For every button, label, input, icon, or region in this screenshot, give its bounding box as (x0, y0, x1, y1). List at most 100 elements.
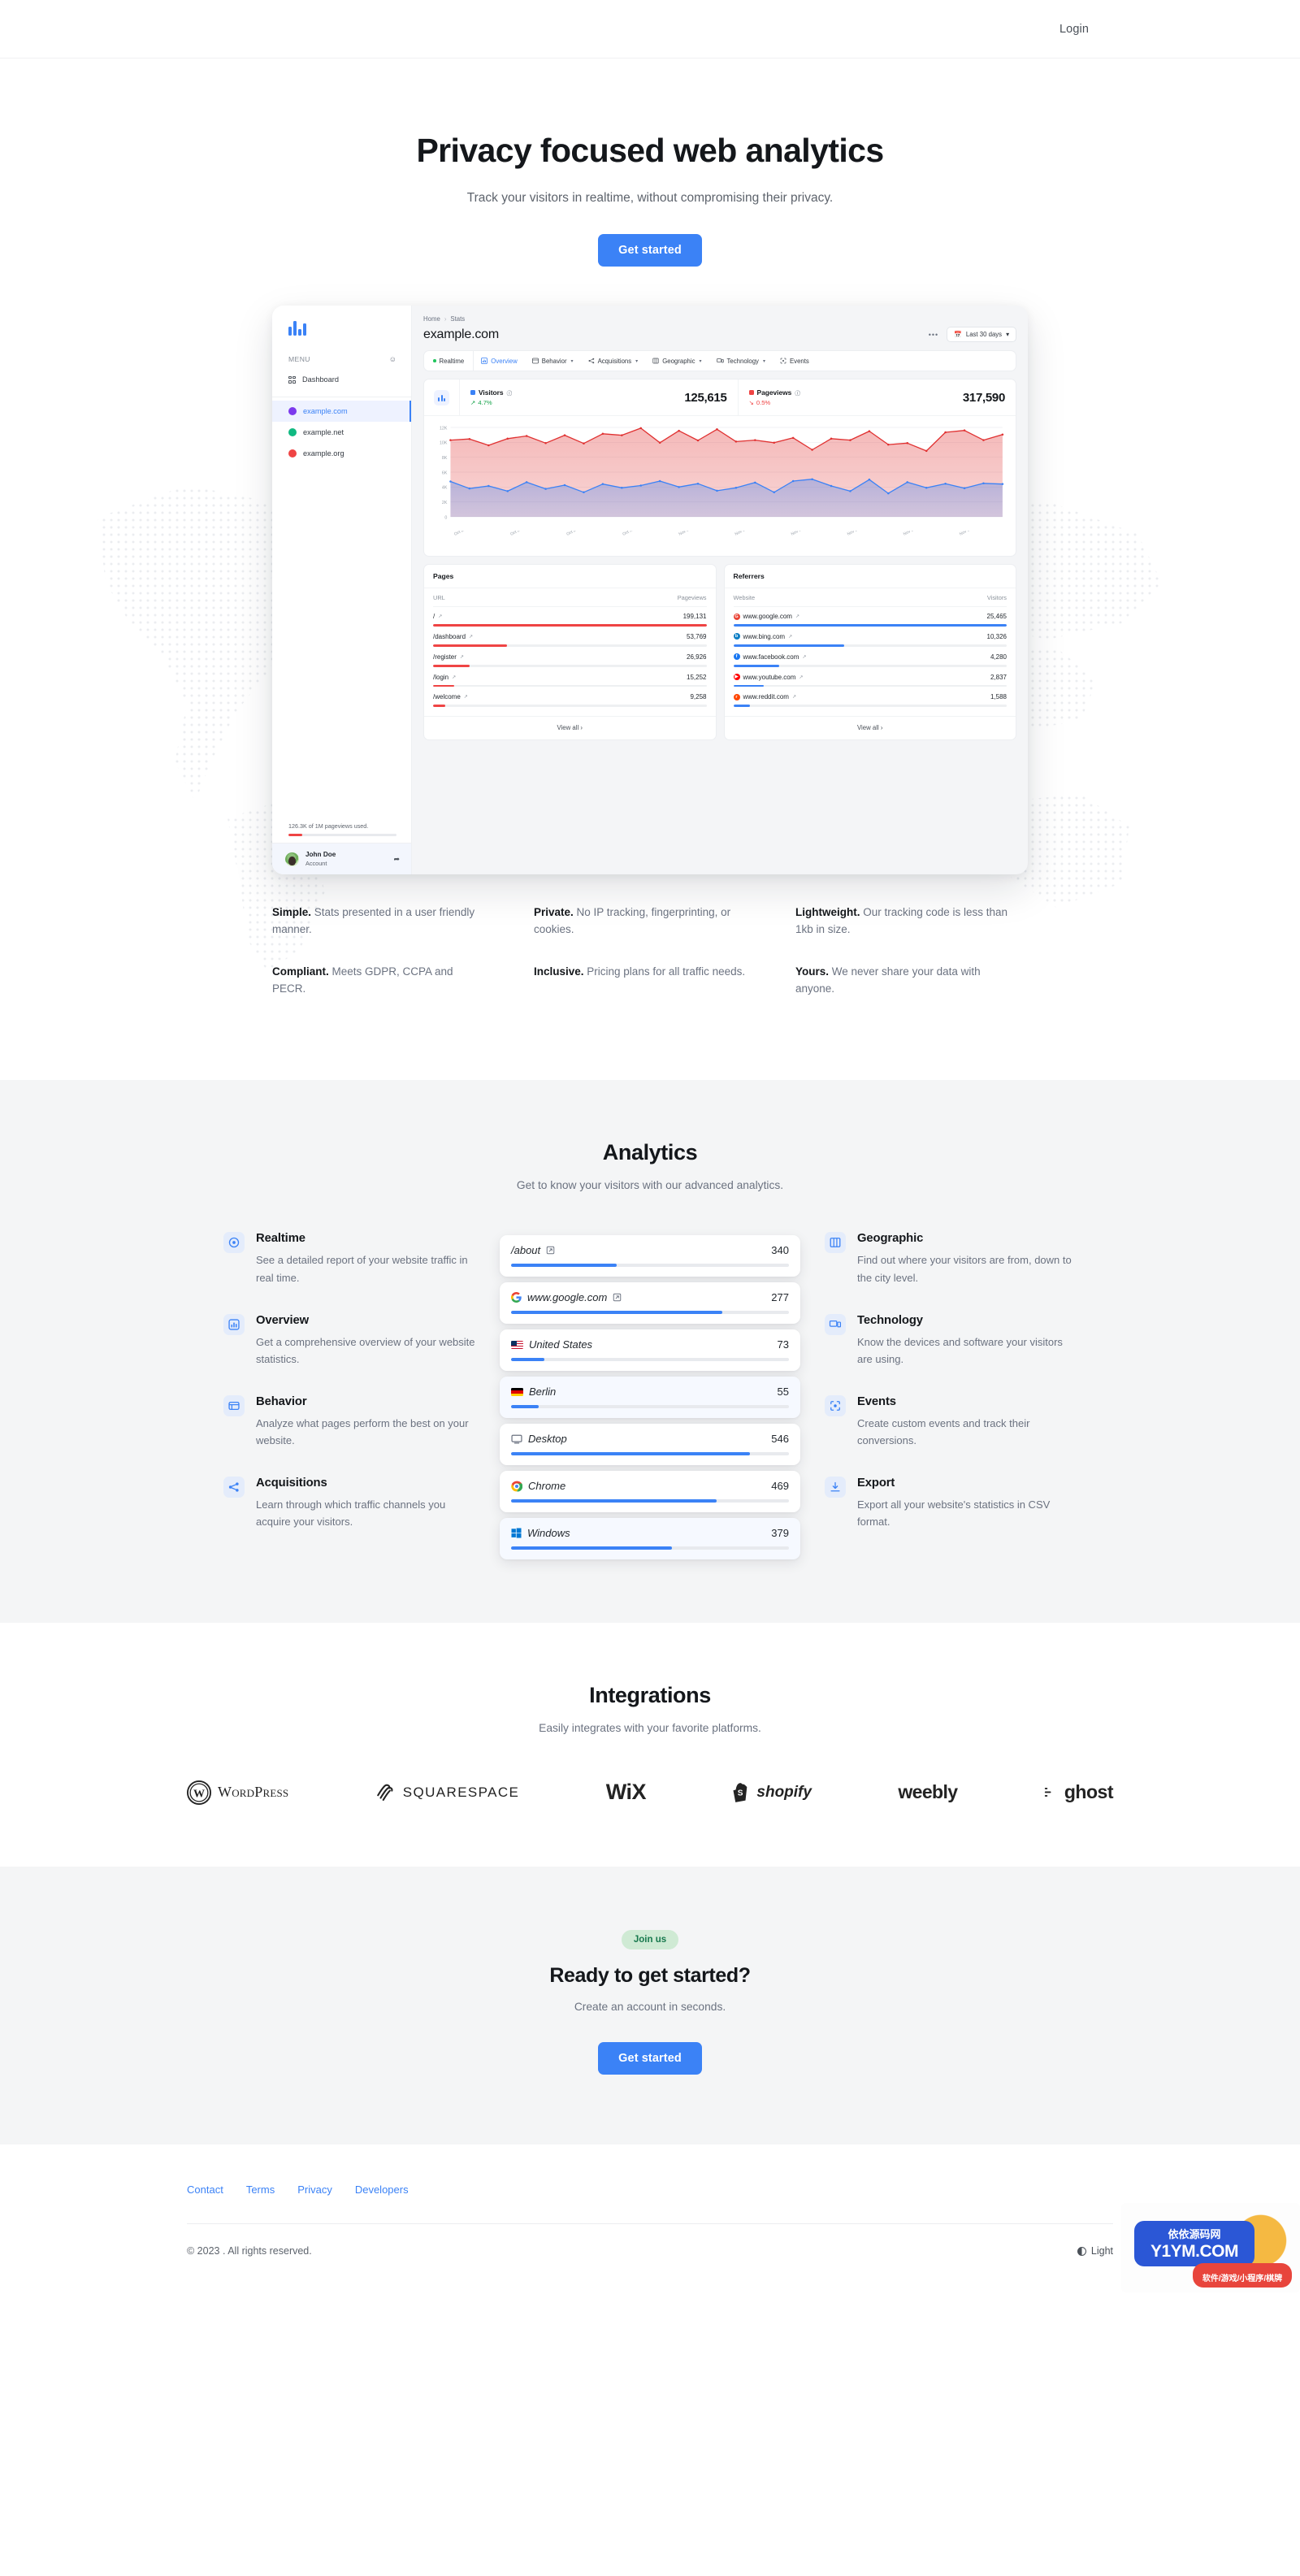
tab-events[interactable]: Events (773, 351, 817, 371)
pages-card: Pages URL Pageviews / ↗ 199,131/dashboard ↗… (423, 564, 717, 741)
pages-view-all[interactable]: View all › (424, 716, 716, 739)
tab-behavior[interactable]: Behavior ▾ (525, 351, 581, 371)
table-row[interactable]: /login ↗ 15,252 (433, 668, 707, 688)
account-name: John Doe (306, 851, 336, 859)
logo-label: ghost (1064, 1781, 1114, 1803)
squarespace-logo[interactable]: SQUARESPACE (375, 1782, 520, 1803)
table-row-value: 15,252 (687, 673, 707, 681)
referrers-card-title: Referrers (724, 565, 1016, 589)
more-options-icon[interactable]: ••• (929, 331, 938, 339)
table-row-bar-fill (733, 624, 1007, 627)
feature-title: Behavior (256, 1394, 307, 1408)
table-row[interactable]: b www.bing.com ↗ 10,326 (733, 627, 1007, 648)
pages-table-header: URL Pageviews (433, 594, 707, 608)
wix-logo[interactable]: WiX (606, 1780, 647, 1805)
external-link-icon[interactable]: ↗ (464, 694, 468, 700)
ghost-logo[interactable]: ghost (1044, 1781, 1113, 1803)
external-link-icon[interactable]: ↗ (795, 614, 800, 619)
theme-toggle[interactable]: Light (1077, 2245, 1113, 2257)
metric-visitors: Visitors ⓘ ↗ 4.7% 125,615 (460, 379, 738, 415)
stat-label: Windows (527, 1527, 570, 1540)
squarespace-icon (376, 1784, 393, 1801)
table-row-label: www.google.com (743, 613, 792, 621)
sidebar-site-example-com[interactable]: example.com (272, 401, 411, 423)
stat-card-berlin[interactable]: Berlin 55 (500, 1377, 800, 1419)
tab-geographic[interactable]: Geographic ▾ (645, 351, 708, 371)
table-row-value: 53,769 (687, 632, 707, 640)
footer-link-developers[interactable]: Developers (355, 2184, 409, 2196)
shopify-logo[interactable]: S shopify (732, 1782, 812, 1803)
tab-realtime[interactable]: Realtime (424, 351, 474, 371)
chevron-right-icon: › (580, 724, 583, 732)
breadcrumb-home[interactable]: Home (423, 315, 440, 323)
table-row[interactable]: Gwww.google.com ↗ 25,465 (733, 607, 1007, 627)
svg-text:10K: 10K (440, 441, 448, 446)
dashboard-sidebar: MENU ☺ Dashboard example.com example.net… (272, 306, 412, 875)
table-row-label-cell: / ↗ (433, 613, 683, 620)
account-row[interactable]: John Doe Account ➦ (272, 843, 411, 875)
referrers-view-all[interactable]: View all › (724, 716, 1016, 739)
logout-icon[interactable]: ➦ (393, 855, 400, 864)
external-link-icon[interactable]: ↗ (438, 614, 442, 619)
table-row-label-cell: b www.bing.com ↗ (733, 633, 987, 640)
stat-card-united-states[interactable]: United States 73 (500, 1329, 800, 1372)
wordpress-logo[interactable]: W WordPress (187, 1780, 288, 1805)
table-row[interactable]: / ↗ 199,131 (433, 607, 707, 627)
external-link-icon[interactable]: ↗ (792, 694, 796, 700)
table-row[interactable]: r www.reddit.com ↗ 1,588 (733, 687, 1007, 708)
login-link[interactable]: Login (1060, 23, 1089, 36)
table-row-bar-fill (733, 684, 764, 687)
quota-progress-track (288, 834, 396, 837)
tab-acquisitions[interactable]: Acquisitions ▾ (581, 351, 646, 371)
overview-icon (223, 1313, 245, 1335)
external-link-icon[interactable]: ↗ (788, 634, 792, 640)
date-range-selector[interactable]: 📅 Last 30 days ▾ (947, 327, 1016, 343)
table-row-value: 9,258 (690, 693, 707, 701)
tab-technology[interactable]: Technology ▾ (709, 351, 773, 371)
external-link-icon[interactable]: ↗ (802, 654, 806, 660)
dashboard-tables: Pages URL Pageviews / ↗ 199,131/dashboard ↗… (423, 564, 1016, 741)
info-icon[interactable]: ⓘ (795, 388, 800, 397)
external-link-icon[interactable]: ↗ (460, 654, 464, 660)
sidebar-item-dashboard[interactable]: Dashboard (272, 370, 411, 389)
table-row[interactable]: /welcome ↗ 9,258 (433, 687, 707, 708)
hero-get-started-button[interactable]: Get started (598, 234, 702, 267)
table-row-top: Gwww.google.com ↗ 25,465 (733, 613, 1007, 621)
face-icon[interactable]: ☺ (389, 355, 396, 363)
stat-card-chrome[interactable]: Chrome 469 (500, 1471, 800, 1513)
footer-link-contact[interactable]: Contact (187, 2184, 223, 2196)
external-link-icon[interactable]: ↗ (799, 674, 803, 680)
table-row[interactable]: /register ↗ 26,926 (433, 648, 707, 668)
feature-title: Overview (256, 1313, 310, 1327)
weebly-logo[interactable]: weebly (898, 1781, 958, 1803)
stat-card-google[interactable]: www.google.com 277 (500, 1282, 800, 1325)
watermark-domain-text: Y1YM.COM (1150, 2242, 1239, 2262)
external-link-icon[interactable]: ↗ (452, 674, 456, 680)
map-icon (652, 358, 659, 364)
sidebar-site-example-org[interactable]: example.org (272, 443, 411, 464)
blurb-lead: Inclusive. (534, 965, 584, 978)
table-row[interactable]: ▶ www.youtube.com ↗ 2,837 (733, 668, 1007, 688)
stat-card-desktop[interactable]: Desktop 546 (500, 1424, 800, 1466)
table-row[interactable]: /dashboard ↗ 53,769 (433, 627, 707, 648)
metric-pageviews-value: 317,590 (962, 390, 1005, 405)
pages-card-title: Pages (424, 565, 716, 589)
table-row[interactable]: f www.facebook.com ↗ 4,280 (733, 648, 1007, 668)
stat-card-about[interactable]: /about 340 (500, 1235, 800, 1277)
sidebar-site-example-net[interactable]: example.net (272, 422, 411, 443)
external-link-icon[interactable]: ↗ (469, 634, 473, 640)
tab-overview[interactable]: Overview (474, 351, 525, 371)
stat-value: 546 (771, 1433, 789, 1446)
table-row-top: / ↗ 199,131 (433, 613, 707, 620)
blurb-compliant: Compliant. Meets GDPR, CCPA and PECR. (272, 963, 488, 998)
stat-card-windows[interactable]: Windows 379 (500, 1518, 800, 1560)
chevron-down-icon: ▾ (1006, 331, 1009, 339)
footer-link-privacy[interactable]: Privacy (297, 2184, 332, 2196)
flag-de-icon (511, 1387, 523, 1397)
quota-label: 126.3K of 1M pageviews used. (288, 822, 369, 830)
info-icon[interactable]: ⓘ (507, 388, 513, 397)
footer-link-terms[interactable]: Terms (246, 2184, 275, 2196)
cta-get-started-button[interactable]: Get started (598, 2042, 702, 2075)
analytics-right-column: Geographic Find out where your visitors … (825, 1232, 1077, 1529)
